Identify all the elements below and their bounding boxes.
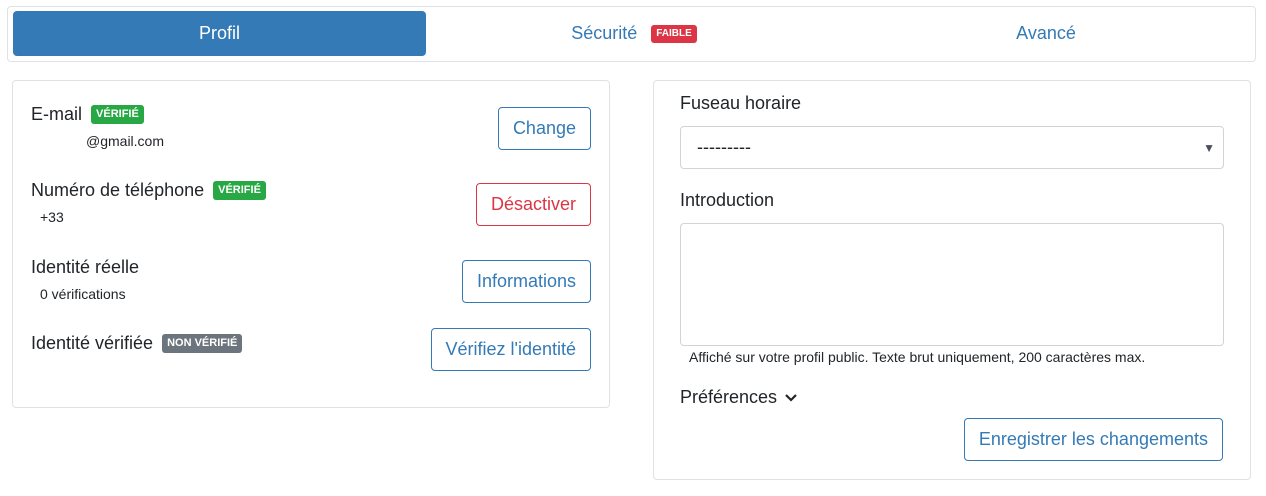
email-verified-badge: VÉRIFIÉ: [91, 104, 144, 124]
chevron-down-icon: [785, 393, 797, 402]
select-caret-icon: ▼: [1203, 141, 1215, 155]
real-identity-value: 0 vérifications: [40, 286, 126, 302]
phone-value: +33: [40, 209, 64, 225]
verified-identity-row: Identité vérifiée NON VÉRIFIÉ Vérifiez l…: [31, 328, 591, 382]
timezone-label: Fuseau horaire: [680, 93, 802, 113]
tab-security-label: Sécurité: [571, 23, 638, 43]
tab-profile[interactable]: Profil: [13, 11, 426, 56]
change-email-button[interactable]: Change: [497, 107, 591, 150]
settings-tabs: Profil Sécurité FAIBLE Avancé: [7, 6, 1256, 62]
real-identity-label: Identité réelle: [31, 256, 140, 277]
preferences-toggle[interactable]: Préférences: [680, 387, 797, 408]
settings-card: Fuseau horaire --------- ▼ Introduction …: [653, 80, 1251, 480]
disable-phone-button[interactable]: Désactiver: [475, 183, 591, 226]
preferences-label: Préférences: [680, 387, 778, 407]
tab-advanced-label: Avancé: [1016, 23, 1076, 43]
real-identity-row: Identité réelle 0 vérifications Informat…: [31, 256, 591, 306]
tab-security[interactable]: Sécurité FAIBLE: [428, 11, 840, 56]
verify-identity-button[interactable]: Vérifiez l'identité: [430, 328, 591, 371]
security-status-badge: FAIBLE: [651, 24, 697, 43]
tab-advanced[interactable]: Avancé: [840, 11, 1252, 56]
email-row: E-mail VÉRIFIÉ @gmail.com Change: [31, 103, 591, 153]
introduction-textarea[interactable]: [680, 223, 1224, 346]
phone-verified-badge: VÉRIFIÉ: [213, 180, 266, 200]
timezone-select[interactable]: --------- ▼: [680, 126, 1224, 169]
timezone-selected-value: ---------: [697, 137, 751, 157]
email-label: E-mail: [31, 103, 83, 124]
phone-row: Numéro de téléphone VÉRIFIÉ +33 Désactiv…: [31, 179, 591, 229]
not-verified-badge: NON VÉRIFIÉ: [162, 333, 243, 353]
information-button[interactable]: Informations: [461, 260, 591, 303]
phone-label: Numéro de téléphone: [31, 179, 205, 200]
tab-profile-label: Profil: [198, 23, 240, 43]
save-changes-button[interactable]: Enregistrer les changements: [963, 418, 1223, 461]
account-card: E-mail VÉRIFIÉ @gmail.com Change Numéro …: [12, 80, 610, 408]
verified-identity-label: Identité vérifiée: [31, 332, 154, 353]
introduction-label: Introduction: [680, 190, 775, 210]
email-value: @gmail.com: [86, 133, 165, 149]
introduction-help-text: Affiché sur votre profil public. Texte b…: [689, 349, 1146, 365]
